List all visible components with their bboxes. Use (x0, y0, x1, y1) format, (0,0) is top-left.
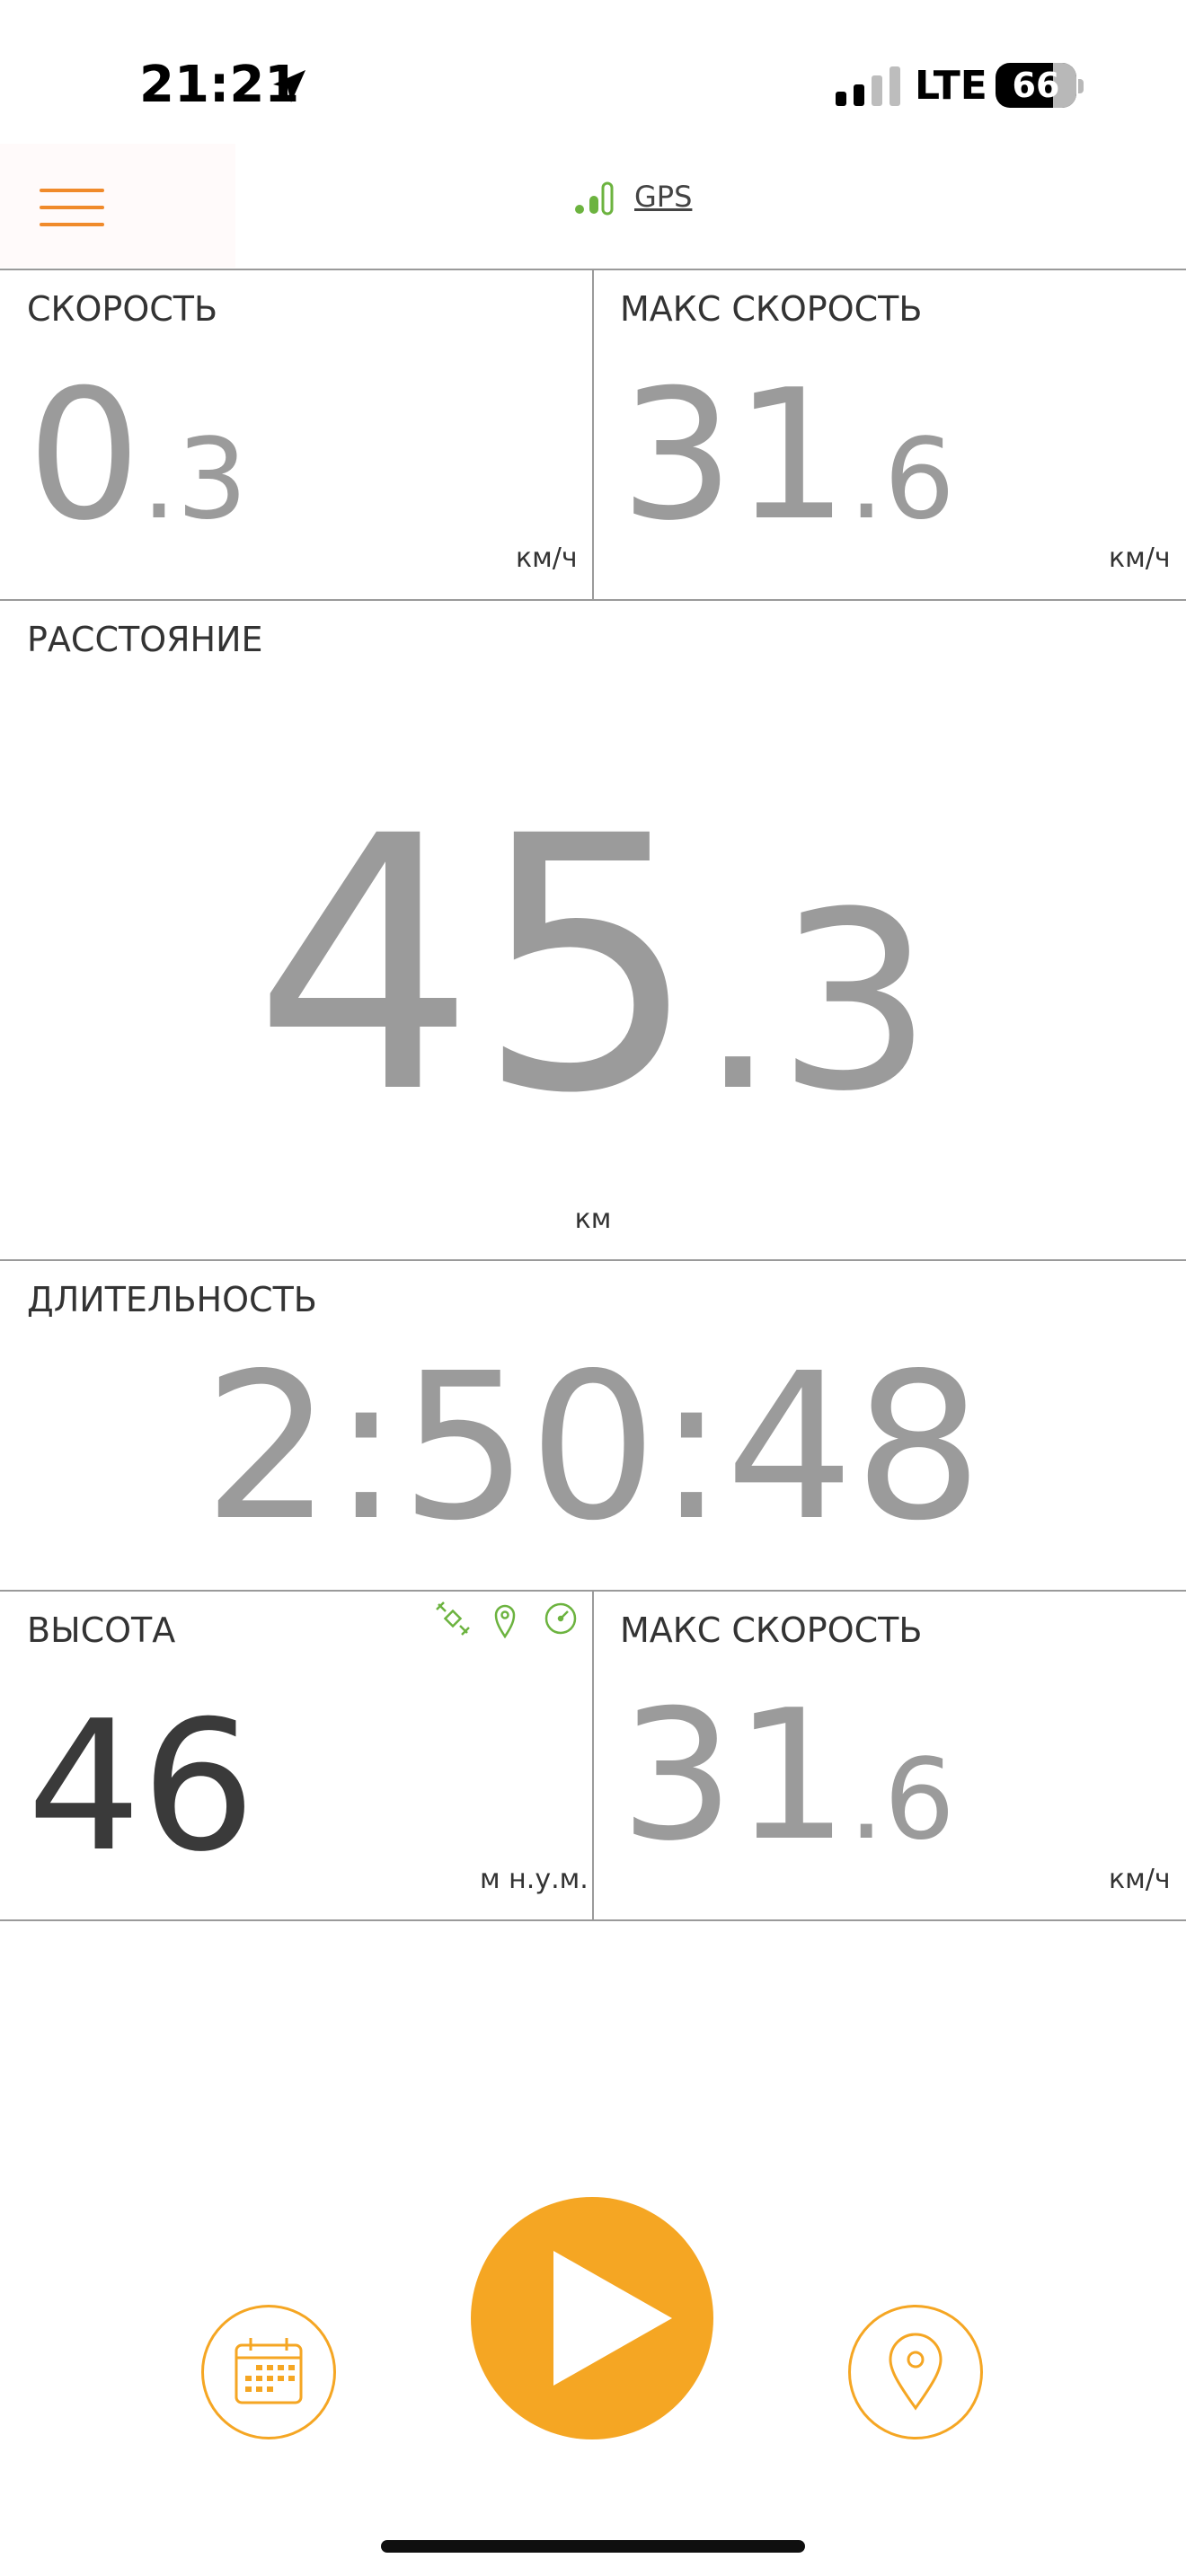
distance-label: РАССТОЯНИЕ (27, 620, 263, 659)
max-speed-unit: км/ч (1109, 1864, 1171, 1895)
distance-unit: км (574, 1204, 612, 1235)
divider (592, 1591, 594, 1920)
cellular-signal-icon (836, 66, 900, 106)
max-speed-integer: 31 (620, 1672, 849, 1881)
speed-fraction: .3 (141, 415, 248, 544)
menu-button[interactable] (0, 144, 235, 268)
max-speed-value: 31.6 (620, 366, 955, 546)
duration-value: 2:50:48 (203, 1330, 983, 1566)
altitude-label: ВЫСОТА (27, 1610, 176, 1650)
map-pin-icon (494, 1604, 516, 1639)
max-speed-value: 31.6 (620, 1687, 955, 1866)
max-speed-integer: 31 (620, 351, 849, 560)
max-speed-fraction: .6 (848, 1735, 955, 1865)
altitude-value: 46 (27, 1682, 256, 1892)
calendar-icon (235, 2338, 303, 2404)
battery-icon: 66 (996, 63, 1076, 108)
satellite-icon (436, 1601, 470, 1636)
map-button[interactable] (848, 2305, 983, 2439)
start-button[interactable] (471, 2197, 713, 2439)
speed-label: СКОРОСТЬ (27, 289, 218, 329)
speed-unit: км/ч (516, 543, 578, 574)
altitude-unit: м н.у.м. (480, 1864, 589, 1895)
distance-integer: 45 (252, 762, 699, 1169)
battery-percent: 66 (1012, 66, 1060, 105)
speed-integer: 0 (27, 351, 142, 560)
play-icon (553, 2251, 672, 2386)
max-speed-label: МАКС СКОРОСТЬ (620, 1610, 923, 1650)
battery-tip (1078, 79, 1084, 93)
divider (592, 269, 594, 600)
gps-signal-icon (575, 181, 614, 216)
altitude-sources (436, 1601, 577, 1639)
map-pin-icon (889, 2333, 943, 2411)
distance-fraction: .3 (698, 860, 934, 1145)
history-button[interactable] (201, 2305, 336, 2439)
home-indicator[interactable] (381, 2540, 805, 2553)
max-speed-label: МАКС СКОРОСТЬ (620, 289, 923, 329)
max-speed-fraction: .6 (848, 415, 955, 544)
distance-value: 45.3 (0, 790, 1186, 1141)
gps-status-label[interactable]: GPS (634, 180, 692, 214)
hamburger-icon[interactable] (40, 189, 104, 228)
max-speed-unit: км/ч (1109, 543, 1171, 574)
location-arrow-icon (273, 70, 305, 102)
barometer-icon (544, 1602, 577, 1635)
duration-label: ДЛИТЕЛЬНОСТЬ (27, 1280, 317, 1319)
speed-value: 0.3 (27, 366, 248, 546)
divider (0, 1259, 1186, 1261)
network-type: LTE (915, 63, 987, 109)
